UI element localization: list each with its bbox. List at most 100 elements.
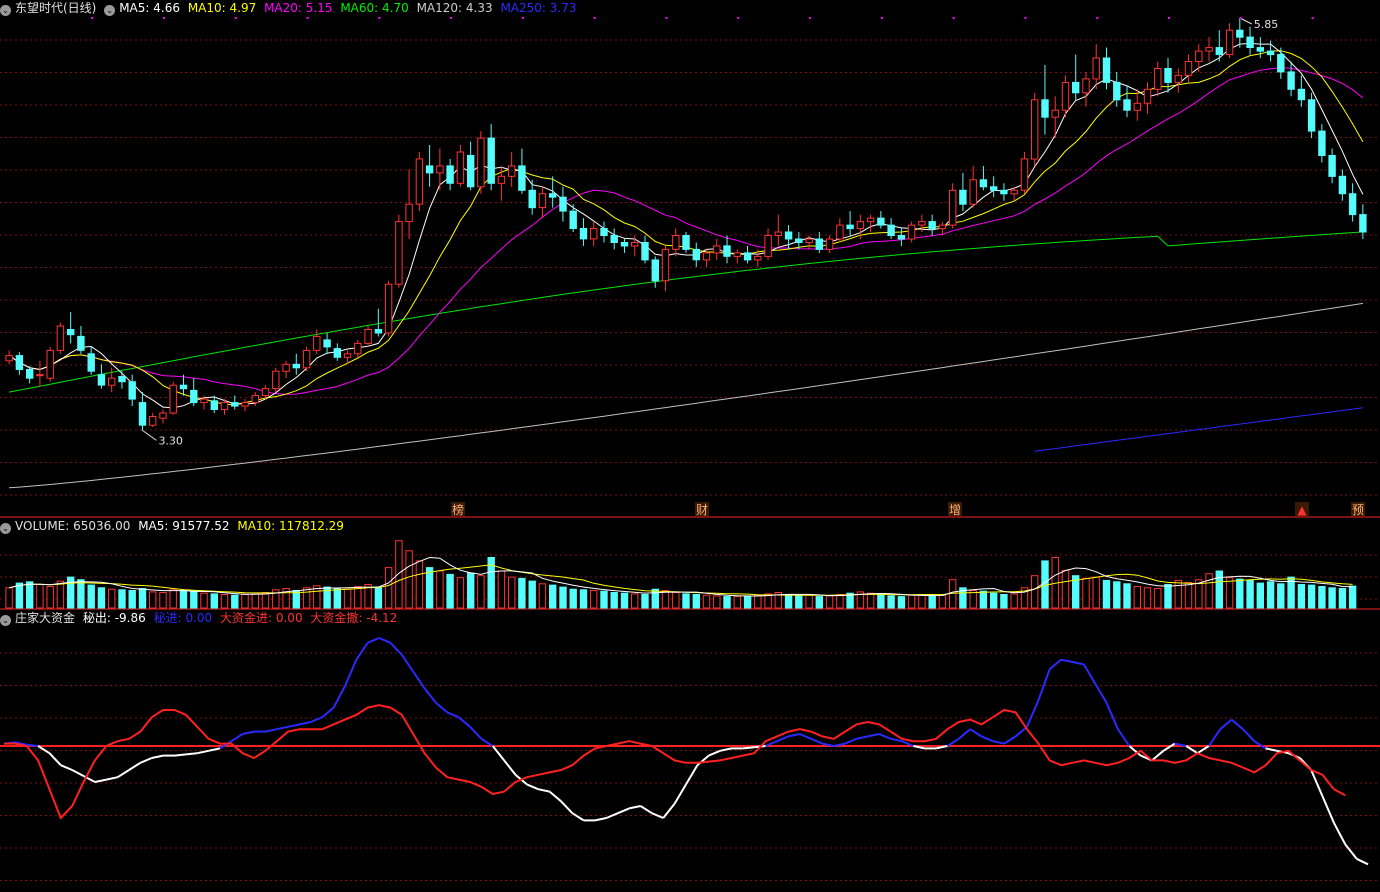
volume-bar — [682, 593, 690, 609]
candle-up — [261, 385, 270, 400]
candle-down — [877, 211, 885, 229]
candle-up — [1031, 92, 1039, 166]
event-marker: 榜 — [451, 502, 465, 517]
candle-body — [887, 224, 895, 237]
secret-out-segment — [1003, 735, 1017, 745]
ma20-line — [8, 67, 1364, 395]
secret-out-segment — [1344, 843, 1358, 860]
volume-bar — [425, 567, 434, 609]
secret-out-segment — [276, 725, 289, 731]
candle-body — [179, 384, 188, 390]
candle-up — [1154, 61, 1162, 97]
indicator-name[interactable]: 庄家大资金 — [15, 611, 75, 625]
candle-down — [1164, 58, 1172, 93]
candle-up — [272, 367, 280, 393]
candle-down — [610, 228, 618, 250]
signal-dot — [1311, 17, 1314, 19]
volume-bar — [1277, 583, 1285, 609]
chevron-down-icon[interactable]: ⌄ — [0, 5, 11, 16]
candle-body — [569, 210, 577, 230]
secret-out-segment — [526, 783, 539, 791]
candle-up — [384, 280, 393, 337]
secret-out-segment — [639, 805, 653, 815]
secret-out-segment — [71, 769, 85, 777]
candle-body — [56, 325, 65, 351]
candle-body — [918, 221, 926, 226]
secret-out-segment — [708, 749, 721, 757]
candle-up — [159, 409, 167, 424]
candle-down — [15, 352, 24, 375]
secret-out-segment — [26, 743, 39, 747]
secret-out-segment — [265, 728, 278, 733]
candle-body — [1164, 68, 1172, 83]
volume-bar — [446, 573, 454, 609]
candle-body — [815, 238, 823, 250]
candle-up — [1143, 82, 1152, 114]
volume-bar — [1184, 581, 1193, 609]
candle-down — [1113, 71, 1121, 107]
secret-out-segment — [617, 807, 630, 815]
candle-down — [292, 353, 301, 375]
event-marker: 财 — [695, 502, 709, 517]
candle-body — [733, 252, 741, 257]
candle-body — [579, 228, 588, 240]
candle-body — [200, 398, 208, 404]
signal-dot — [665, 17, 668, 19]
secret-out-segment — [242, 730, 255, 735]
volume-bar — [590, 590, 598, 609]
volume-bar — [128, 590, 136, 609]
volume-bar — [138, 588, 147, 609]
candle-down — [579, 218, 588, 246]
event-marker-label: 增 — [949, 503, 961, 517]
volume-bar — [518, 577, 526, 609]
chevron-down-icon[interactable]: ⌄ — [104, 5, 116, 16]
candle-up — [108, 367, 116, 393]
candle-down — [620, 238, 629, 253]
volume-bar — [1236, 578, 1244, 609]
secret-out-segment — [1060, 658, 1073, 663]
volume-bar — [979, 590, 988, 609]
signal-dot — [737, 17, 740, 19]
candle-body — [384, 283, 393, 334]
volume-bar — [538, 583, 547, 609]
secret-out-segment — [367, 637, 380, 644]
candle-up — [836, 218, 844, 243]
candle-body — [938, 224, 947, 230]
secret-out-segment — [992, 740, 1005, 745]
candle-up — [1051, 96, 1059, 139]
volume-bar — [190, 590, 198, 609]
candle-body — [713, 245, 721, 254]
candle-down — [87, 346, 95, 375]
chevron-down-icon[interactable]: ⌄ — [0, 523, 11, 534]
secret-out-segment — [491, 745, 505, 762]
candle-body — [251, 395, 260, 404]
candle-body — [538, 193, 547, 209]
candle-body — [1277, 54, 1285, 73]
event-marker-label: 财 — [696, 503, 708, 517]
candle-up — [46, 346, 54, 382]
candle-body — [990, 186, 998, 191]
candle-body — [364, 329, 372, 344]
candle-body — [610, 235, 618, 243]
secret-out-segment — [37, 745, 51, 755]
volume-bar — [754, 594, 762, 609]
secret-out-segment — [1151, 750, 1165, 762]
secret-out-segment — [1265, 747, 1278, 752]
candle-body — [1061, 81, 1070, 111]
stock-title[interactable]: 东望时代(日线) — [15, 1, 96, 15]
candle-body — [415, 158, 424, 205]
candle-down — [128, 374, 136, 407]
volume-bar — [825, 595, 834, 609]
candle-up — [538, 186, 547, 219]
secret-out-segment — [788, 733, 800, 738]
secret-out-segment — [321, 706, 335, 718]
volume-bar — [569, 588, 577, 609]
event-marker: ▲ — [1295, 502, 1309, 517]
volume-bar — [1113, 581, 1121, 609]
secret-out-segment — [1162, 742, 1176, 752]
signal-dot — [1168, 17, 1171, 19]
candle-body — [846, 224, 854, 230]
candle-down — [333, 343, 342, 361]
chevron-down-icon[interactable]: ⌄ — [0, 615, 11, 626]
secret-out-segment — [1230, 718, 1244, 730]
